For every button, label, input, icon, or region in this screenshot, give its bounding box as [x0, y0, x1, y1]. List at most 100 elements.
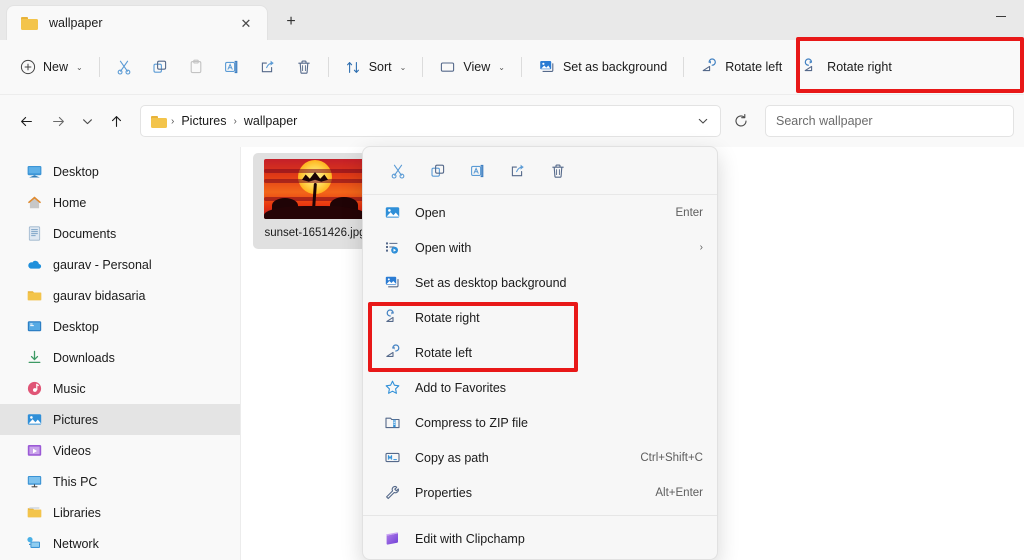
- search-box[interactable]: [765, 105, 1014, 137]
- copy-icon: [431, 164, 445, 177]
- address-dropdown-button[interactable]: [690, 108, 716, 134]
- divider: [683, 57, 685, 77]
- sidebar-item-documents[interactable]: Documents: [0, 218, 240, 249]
- videos-icon: [26, 442, 43, 459]
- navigation-pane[interactable]: Desktop Home Documents gaurav - Personal…: [0, 147, 240, 560]
- chevron-down-icon: [82, 118, 92, 124]
- set-background-icon: [540, 61, 554, 72]
- share-button[interactable]: [250, 50, 286, 84]
- monitor-icon: [26, 163, 43, 180]
- new-tab-button[interactable]: +: [276, 7, 306, 37]
- sidebar-item-this-pc[interactable]: This PC: [0, 466, 240, 497]
- menu-item-rotate-left[interactable]: Rotate left: [363, 335, 717, 370]
- rotate-left-button[interactable]: Rotate left: [690, 50, 792, 84]
- delete-menu-button[interactable]: [541, 155, 575, 187]
- sidebar-item-label: Pictures: [53, 412, 99, 427]
- delete-button[interactable]: [286, 50, 322, 84]
- menu-item-set-as-desktop-background[interactable]: Set as desktop background: [363, 265, 717, 300]
- menu-item-rotate-right[interactable]: Rotate right: [363, 300, 717, 335]
- close-tab-icon[interactable]: ✕: [235, 12, 257, 34]
- copy-button[interactable]: [142, 50, 178, 84]
- up-button[interactable]: [100, 105, 132, 137]
- view-button-label: View: [463, 60, 491, 74]
- rotate-right-button[interactable]: Rotate right: [792, 50, 902, 84]
- forward-button[interactable]: [42, 105, 74, 137]
- menu-item-accelerator: Enter: [675, 206, 704, 219]
- paste-button[interactable]: [178, 50, 214, 84]
- rotate-left-icon: [384, 344, 401, 361]
- menu-item-add-to-favorites[interactable]: Add to Favorites: [363, 370, 717, 405]
- view-button[interactable]: View ⌄: [429, 50, 515, 84]
- rotate-left-label: Rotate left: [725, 60, 783, 74]
- sidebar-item-pictures[interactable]: Pictures: [0, 404, 240, 435]
- refresh-button[interactable]: [725, 105, 757, 137]
- new-button-label: New: [43, 60, 69, 74]
- folder-icon: [26, 287, 43, 304]
- cut-menu-button[interactable]: [381, 155, 415, 187]
- cut-icon: [391, 164, 405, 179]
- breadcrumb-pictures[interactable]: Pictures: [174, 110, 233, 132]
- sidebar-item-downloads[interactable]: Downloads: [0, 342, 240, 373]
- menu-item-edit-with-clipchamp[interactable]: Edit with Clipchamp: [363, 521, 717, 556]
- ground-shape: [264, 206, 366, 219]
- recent-locations-button[interactable]: [74, 105, 100, 137]
- chevron-right-icon: ›: [699, 242, 703, 253]
- rename-icon: [224, 60, 238, 74]
- menu-item-properties[interactable]: Properties Alt+Enter: [363, 475, 717, 510]
- up-arrow-icon: [111, 115, 121, 127]
- sidebar-item-home[interactable]: Home: [0, 187, 240, 218]
- sidebar-item-desktop[interactable]: Desktop: [0, 156, 240, 187]
- menu-item-open-with[interactable]: Open with ›: [363, 230, 717, 265]
- file-item[interactable]: sunset-1651426.jpg: [253, 153, 377, 249]
- sidebar-item-network[interactable]: Network: [0, 528, 240, 559]
- divider: [520, 57, 522, 77]
- tab-wallpaper[interactable]: wallpaper ✕: [6, 5, 268, 40]
- sidebar-item-onedrive-personal[interactable]: gaurav - Personal: [0, 249, 240, 280]
- back-button[interactable]: [10, 105, 42, 137]
- sidebar-item-libraries[interactable]: Libraries: [0, 497, 240, 528]
- music-icon: [26, 380, 43, 397]
- sidebar-item-videos[interactable]: Videos: [0, 435, 240, 466]
- sort-button[interactable]: Sort ⌄: [335, 50, 417, 84]
- search-input[interactable]: [776, 114, 1003, 128]
- folder-icon: [151, 115, 167, 128]
- sidebar-item-desktop-2[interactable]: Desktop: [0, 311, 240, 342]
- address-input[interactable]: › Pictures › wallpaper: [140, 105, 721, 137]
- share-icon: [261, 60, 274, 73]
- sidebar-item-label: Libraries: [53, 505, 101, 520]
- rename-button[interactable]: [214, 50, 250, 84]
- menu-item-compress-to-zip[interactable]: Compress to ZIP file: [363, 405, 717, 440]
- menu-item-label: Copy as path: [415, 450, 489, 465]
- share-menu-button[interactable]: [501, 155, 535, 187]
- address-bar: › Pictures › wallpaper: [0, 95, 1024, 147]
- delete-icon: [552, 164, 564, 178]
- sidebar-item-music[interactable]: Music: [0, 373, 240, 404]
- menu-item-copy-as-path[interactable]: Copy as path Ctrl+Shift+C: [363, 440, 717, 475]
- set-background-icon: [384, 274, 401, 291]
- copy-menu-button[interactable]: [421, 155, 455, 187]
- menu-item-label: Open with: [415, 240, 472, 255]
- rotate-right-label: Rotate right: [827, 60, 892, 74]
- minimize-button[interactable]: [978, 0, 1024, 32]
- new-button[interactable]: New ⌄: [10, 50, 93, 84]
- cut-button[interactable]: [106, 50, 142, 84]
- menu-item-open[interactable]: Open Enter: [363, 195, 717, 230]
- network-icon: [26, 535, 43, 552]
- set-as-background-button[interactable]: Set as background: [528, 50, 677, 84]
- file-explorer-window: wallpaper ✕ + New ⌄ Sort ⌄ View ⌄ Set as…: [0, 0, 1024, 560]
- context-menu[interactable]: Open Enter Open with › Set as desktop ba…: [362, 146, 718, 560]
- file-name-label: sunset-1651426.jpg: [264, 227, 366, 239]
- delete-icon: [297, 60, 310, 74]
- rename-icon: [471, 164, 484, 177]
- rotate-right-icon: [384, 309, 401, 326]
- sidebar-item-gaurav-bidasaria[interactable]: gaurav bidasaria: [0, 280, 240, 311]
- sidebar-item-label: Desktop: [53, 319, 99, 334]
- title-bar: wallpaper ✕ +: [0, 0, 1024, 40]
- rotate-left-icon: [702, 58, 717, 72]
- chevron-down-icon: ⌄: [76, 62, 83, 72]
- document-icon: [26, 225, 43, 242]
- rename-menu-button[interactable]: [461, 155, 495, 187]
- sidebar-item-label: Desktop: [53, 164, 99, 179]
- breadcrumb-wallpaper[interactable]: wallpaper: [237, 110, 305, 132]
- window-controls: [978, 0, 1024, 40]
